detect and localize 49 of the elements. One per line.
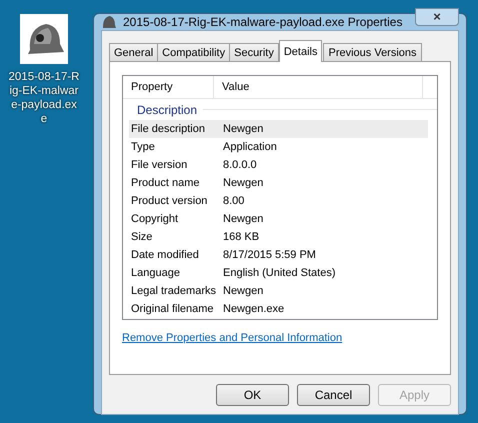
property-cell-text: Product version — [131, 195, 208, 207]
property-cell-text: Legal trademarks — [131, 285, 217, 297]
value-cell: Newgen — [223, 285, 264, 297]
value-cell: Newgen — [223, 177, 264, 189]
remove-properties-link[interactable]: Remove Properties and Personal Information — [122, 332, 342, 344]
tab[interactable]: Previous Versions — [323, 43, 422, 62]
value-cell: 8.0.0.0 — [223, 159, 257, 171]
value-cell: 8/17/2015 5:59 PM — [223, 249, 316, 261]
property-cell-text: Size — [131, 231, 154, 243]
table-row[interactable]: File version 8.0.0.0 — [129, 156, 428, 174]
table-row[interactable]: Language English (United States) — [129, 264, 428, 282]
close-button[interactable]: × — [415, 8, 459, 26]
property-cell-text: Type — [131, 141, 156, 153]
property-cell-text: Language — [131, 267, 181, 279]
tab[interactable]: Security — [229, 43, 279, 62]
column-header[interactable]: Value — [214, 76, 423, 98]
value-cell: Application — [223, 141, 277, 153]
property-cell-text: File description — [131, 123, 206, 135]
tab[interactable]: Details — [278, 40, 322, 62]
dialog-button[interactable]: OK — [216, 384, 289, 406]
value-cell: Newgen — [223, 123, 264, 135]
value-cell: English (United States) — [223, 267, 336, 279]
property-cell-text: File version — [131, 159, 188, 171]
helmet-file-icon[interactable] — [20, 14, 68, 64]
table-row[interactable]: Legal trademarks Newgen — [129, 282, 428, 300]
value-cell: Newgen.exe — [223, 303, 284, 315]
column-header[interactable]: Property — [123, 76, 214, 98]
table-row[interactable]: Date modified 8/17/2015 5:59 PM — [129, 246, 428, 264]
value-cell: Newgen — [223, 213, 264, 225]
property-cell-text: Product name — [131, 177, 200, 189]
desktop-icon-label[interactable]: 2015-08-17-Rig-EK-malware-payload.exe — [8, 70, 80, 126]
group-header: Description — [137, 102, 198, 116]
table-row[interactable]: Type Application — [129, 138, 428, 156]
property-cell-text: Copyright — [131, 213, 180, 225]
dialog-button[interactable]: Cancel — [297, 384, 370, 406]
helmet-icon — [101, 14, 117, 30]
table-row[interactable]: Product name Newgen — [129, 174, 428, 192]
tab[interactable]: Compatibility — [157, 43, 230, 62]
table-row[interactable]: Original filename Newgen.exe — [129, 300, 428, 318]
table-row[interactable]: File description Newgen — [129, 120, 428, 138]
table-row[interactable]: Size 168 KB — [129, 228, 428, 246]
tab[interactable]: General — [109, 43, 158, 62]
table-row[interactable]: Product version 8.00 — [129, 192, 428, 210]
value-cell: 168 KB — [223, 231, 260, 243]
property-cell-text: Date modified — [131, 249, 200, 261]
window-title: 2015-08-17-Rig-EK-malware-payload.exe Properties — [123, 15, 404, 29]
property-cell-text: Original filename — [131, 303, 215, 315]
value-cell: 8.00 — [223, 195, 244, 207]
table-row[interactable]: Copyright Newgen — [129, 210, 428, 228]
